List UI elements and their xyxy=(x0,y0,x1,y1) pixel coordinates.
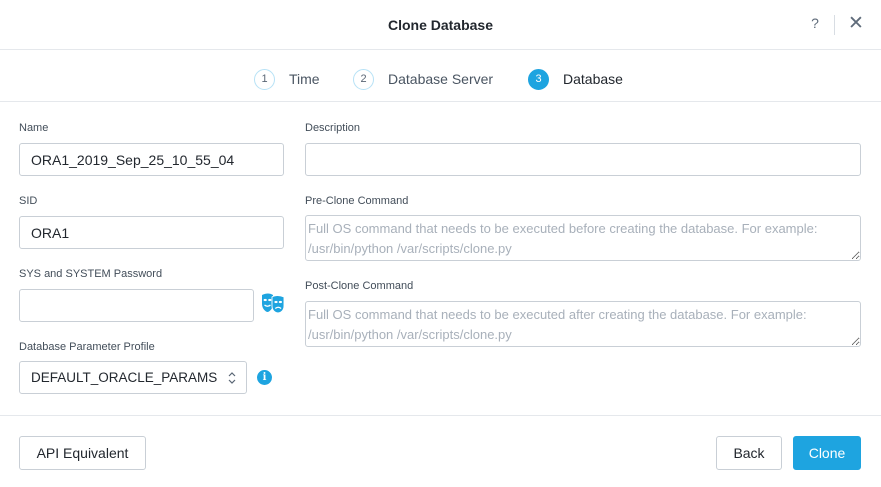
param-profile-value: DEFAULT_ORACLE_PARAMS xyxy=(31,370,218,385)
step-time[interactable]: 1 Time xyxy=(254,68,320,90)
step-number: 1 xyxy=(254,68,275,90)
password-input[interactable] xyxy=(19,289,254,322)
password-label: SYS and SYSTEM Password xyxy=(19,268,163,280)
description-label: Description xyxy=(305,122,361,134)
step-number: 3 xyxy=(528,68,549,90)
dialog-header: Clone Database ? ✕ xyxy=(0,0,881,50)
sid-input[interactable] xyxy=(19,216,284,249)
step-number: 2 xyxy=(353,68,374,90)
api-equivalent-button[interactable]: API Equivalent xyxy=(19,436,146,470)
wizard-steps: 1 Time 2 Database Server 3 Database xyxy=(0,50,881,102)
header-divider xyxy=(834,15,835,35)
pre-clone-command-input[interactable] xyxy=(305,215,861,261)
close-icon[interactable]: ✕ xyxy=(846,12,866,36)
mask-icon[interactable] xyxy=(260,292,286,314)
step-label: Time xyxy=(289,71,320,87)
clone-button[interactable]: Clone xyxy=(793,436,861,470)
param-profile-label: Database Parameter Profile xyxy=(19,341,155,353)
param-profile-select[interactable]: DEFAULT_ORACLE_PARAMS xyxy=(19,361,247,394)
step-label: Database xyxy=(563,71,623,87)
back-button[interactable]: Back xyxy=(716,436,782,470)
sid-label: SID xyxy=(19,195,38,207)
post-clone-command-input[interactable] xyxy=(305,301,861,347)
step-label: Database Server xyxy=(388,71,494,87)
name-label: Name xyxy=(19,122,49,134)
dialog-title: Clone Database xyxy=(387,17,494,33)
select-arrows-icon xyxy=(228,372,236,384)
info-icon[interactable]: i xyxy=(257,370,272,385)
help-icon[interactable]: ? xyxy=(808,15,822,35)
step-database-server[interactable]: 2 Database Server xyxy=(353,68,493,90)
pre-clone-label: Pre-Clone Command xyxy=(305,195,409,207)
name-input[interactable] xyxy=(19,143,284,176)
step-database[interactable]: 3 Database xyxy=(528,68,623,90)
post-clone-label: Post-Clone Command xyxy=(305,280,414,292)
description-input[interactable] xyxy=(305,143,861,176)
